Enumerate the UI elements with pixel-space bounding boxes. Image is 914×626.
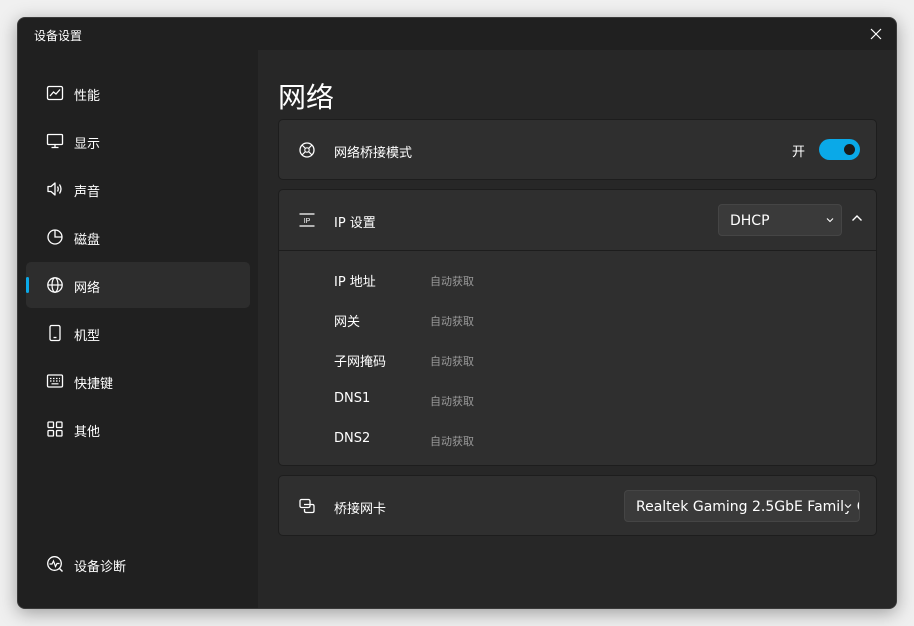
bridge-network-icon <box>299 142 315 158</box>
ip-settings-card: IP IP 设置 DHCP IP 地址 自动获取 网关 自动获取 子网掩码 自动… <box>278 189 877 466</box>
sidebar-item-label: 性能 <box>74 89 101 104</box>
row-key: IP 地址 <box>334 275 376 290</box>
ip-icon: IP <box>299 213 315 227</box>
speaker-icon <box>47 182 62 196</box>
row-value: 自动获取 <box>430 435 474 448</box>
sidebar-item-label: 设备诊断 <box>74 560 127 575</box>
ip-mode-value: DHCP <box>730 213 770 229</box>
sidebar-item-sound[interactable]: 声音 <box>26 166 250 212</box>
toggle-state-text: 开 <box>792 145 806 160</box>
network-adapter-icon <box>299 498 315 514</box>
grid-icon <box>47 421 63 437</box>
sidebar: 性能 显示 声音 磁盘 网络 机型 快捷键 其他 设备诊断 <box>18 50 258 608</box>
svg-text:IP: IP <box>304 218 311 225</box>
row-key: 子网掩码 <box>334 355 387 370</box>
sidebar-item-label: 机型 <box>74 329 101 344</box>
sidebar-item-other[interactable]: 其他 <box>26 406 250 452</box>
diagnostics-icon <box>47 556 63 572</box>
active-indicator <box>26 277 29 293</box>
chevron-down-icon <box>843 501 853 511</box>
gateway-row: 网关 自动获取 <box>334 311 634 331</box>
sidebar-item-display[interactable]: 显示 <box>26 118 250 164</box>
sidebar-item-model[interactable]: 机型 <box>26 310 250 356</box>
bridge-nic-value: Realtek Gaming 2.5GbE Family Controller <box>636 499 859 515</box>
disk-pie-icon <box>47 229 63 245</box>
sidebar-item-label: 其他 <box>74 425 101 440</box>
bridge-nic-label: 桥接网卡 <box>334 502 387 517</box>
sidebar-item-diagnostics[interactable]: 设备诊断 <box>26 541 250 587</box>
close-icon <box>870 28 882 40</box>
row-value: 自动获取 <box>430 355 474 368</box>
close-button[interactable] <box>864 22 888 46</box>
row-key: DNS1 <box>334 391 371 406</box>
bridge-mode-label: 网络桥接模式 <box>334 146 413 161</box>
ip-settings-label: IP 设置 <box>334 216 376 231</box>
bridge-nic-card: 桥接网卡 Realtek Gaming 2.5GbE Family Contro… <box>278 475 877 536</box>
sidebar-item-label: 声音 <box>74 185 101 200</box>
subnet-mask-row: 子网掩码 自动获取 <box>334 351 634 371</box>
divider <box>279 250 876 251</box>
page-title: 网络 <box>278 81 335 114</box>
sidebar-item-label: 快捷键 <box>74 377 114 392</box>
sidebar-item-label: 网络 <box>74 281 101 296</box>
row-key: DNS2 <box>334 431 371 446</box>
chevron-down-icon <box>825 215 835 225</box>
content-area: 网络 网络桥接模式 开 IP IP 设置 DHCP IP 地址 自动获取 网关 … <box>258 50 896 608</box>
window-title: 设备设置 <box>34 29 83 43</box>
sidebar-item-shortcuts[interactable]: 快捷键 <box>26 358 250 404</box>
sidebar-item-performance[interactable]: 性能 <box>26 70 250 116</box>
sidebar-item-network[interactable]: 网络 <box>26 262 250 308</box>
phone-icon <box>49 324 61 342</box>
title-bar: 设备设置 <box>18 18 896 50</box>
sidebar-item-disk[interactable]: 磁盘 <box>26 214 250 260</box>
bridge-mode-card: 网络桥接模式 开 <box>278 119 877 180</box>
sidebar-item-label: 显示 <box>74 137 101 152</box>
collapse-button[interactable] <box>846 207 868 229</box>
ip-mode-select[interactable]: DHCP <box>718 204 842 236</box>
monitor-icon <box>46 133 64 149</box>
dns1-row: DNS1 自动获取 <box>334 391 634 411</box>
bridge-nic-select[interactable]: Realtek Gaming 2.5GbE Family Controller <box>624 490 860 522</box>
toggle-knob <box>844 144 855 155</box>
keyboard-icon <box>46 374 64 388</box>
globe-icon <box>47 277 63 293</box>
ip-address-row: IP 地址 自动获取 <box>334 271 634 291</box>
row-value: 自动获取 <box>430 395 474 408</box>
row-key: 网关 <box>334 315 361 330</box>
chevron-up-icon <box>852 215 862 221</box>
settings-window: 设备设置 性能 显示 声音 磁盘 网络 机型 快捷键 其他 设备诊断 网络 网络… <box>17 17 897 609</box>
sidebar-item-label: 磁盘 <box>74 233 101 248</box>
row-value: 自动获取 <box>430 275 474 288</box>
dns2-row: DNS2 自动获取 <box>334 431 634 451</box>
row-value: 自动获取 <box>430 315 474 328</box>
bridge-mode-toggle[interactable] <box>819 139 860 160</box>
performance-chart-icon <box>46 85 64 101</box>
